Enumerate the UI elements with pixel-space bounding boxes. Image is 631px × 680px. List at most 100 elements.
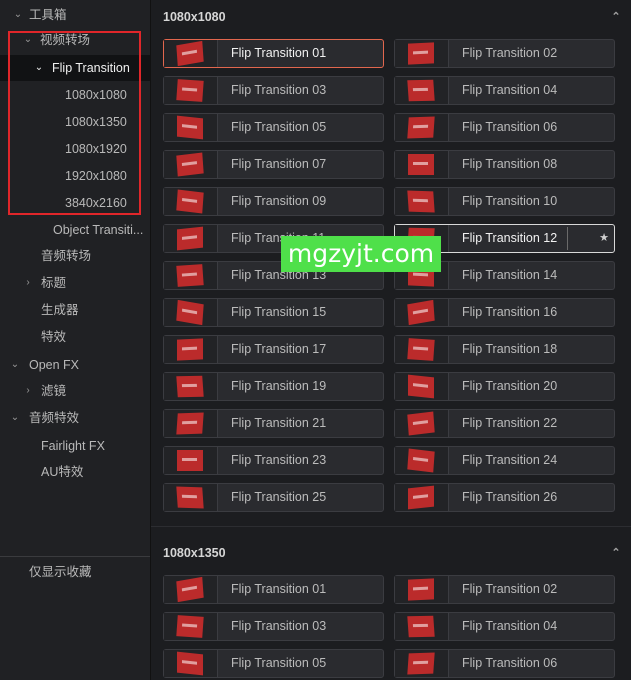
transition-label: Flip Transition 05 [231,120,327,134]
thumbnail-card [176,375,204,398]
transition-tile[interactable]: Flip Transition 02 [394,39,615,68]
transition-label: Flip Transition 15 [231,305,327,319]
chevron-down-icon[interactable]: ⌄ [22,27,34,53]
section-title: 1080x1080 [163,10,226,24]
transition-label: Flip Transition 23 [231,453,327,467]
thumbnail-card [176,264,204,287]
transition-tile[interactable]: Flip Transition 07 [163,150,384,179]
thumbnail-card [176,79,204,102]
transition-tile[interactable]: Flip Transition 06 [394,113,615,142]
chevron-right-icon[interactable]: › [22,378,34,404]
transition-tile[interactable]: Flip Transition 16 [394,298,615,327]
sidebar-item-11[interactable]: 生成器 [0,297,150,323]
chevron-down-icon[interactable]: ⌄ [33,55,45,81]
scrollbar[interactable] [627,0,631,680]
transition-thumbnail [164,151,218,178]
transition-tile[interactable]: Flip Transition 03 [163,612,384,641]
collapse-chevron-icon[interactable]: ⌃ [609,542,623,564]
collapse-chevron-icon[interactable]: ⌃ [609,6,623,28]
sidebar-item-10[interactable]: › 标题 [0,270,150,296]
sidebar-item-1[interactable]: ⌄ 视频转场 [0,27,150,53]
sidebar-item-fairlight-fx[interactable]: Fairlight FX [0,433,150,459]
favorite-star-icon[interactable]: ★ [599,225,609,252]
section-title: 1080x1350 [163,546,226,560]
sidebar-divider [0,556,150,557]
sidebar-item-1080x1920[interactable]: 1080x1920 [0,136,150,162]
transition-thumbnail [395,650,449,677]
sidebar-item-15[interactable]: ⌄ 音频特效 [0,405,150,431]
thumbnail-card [407,116,435,139]
transition-tile[interactable]: Flip Transition 17 [163,335,384,364]
transition-thumbnail [395,613,449,640]
sidebar-item-1080x1350[interactable]: 1080x1350 [0,109,150,135]
sidebar-item-14[interactable]: › 滤镜 [0,378,150,404]
thumbnail-card [408,154,434,175]
sidebar-item-label: 特效 [41,330,67,344]
sidebar-item-1080x1080[interactable]: 1080x1080 [0,82,150,108]
sidebar-item-open-fx[interactable]: ⌄ Open FX [0,352,150,378]
transition-label: Flip Transition 08 [462,157,558,171]
transition-tile[interactable]: Flip Transition 01 [163,575,384,604]
transition-tile[interactable]: Flip Transition 26 [394,483,615,512]
transition-label: Flip Transition 25 [231,490,327,504]
transition-thumbnail [164,650,218,677]
transition-tile[interactable]: Flip Transition 24 [394,446,615,475]
thumbnail-card [177,338,203,361]
transition-tile[interactable]: Flip Transition 20 [394,372,615,401]
favorites-only-label: 仅显示收藏 [29,565,92,579]
transition-thumbnail [164,484,218,511]
tile-divider [567,227,568,250]
transition-thumbnail [164,225,218,252]
transition-tile[interactable]: Flip Transition 06 [394,649,615,678]
transition-tile[interactable]: Flip Transition 03 [163,76,384,105]
chevron-down-icon[interactable]: ⌄ [12,2,24,28]
transition-thumbnail [395,299,449,326]
thumbnail-card [177,450,203,471]
transition-thumbnail [395,188,449,215]
transition-tile[interactable]: Flip Transition 15 [163,298,384,327]
transition-label: Flip Transition 22 [462,416,558,430]
transition-tile[interactable]: Flip Transition 18 [394,335,615,364]
transition-tile[interactable]: Flip Transition 22 [394,409,615,438]
sidebar-item-label: 工具箱 [29,8,67,22]
transition-tile[interactable]: Flip Transition 19 [163,372,384,401]
chevron-right-icon[interactable]: › [22,270,34,296]
sidebar-item-1920x1080[interactable]: 1920x1080 [0,163,150,189]
transition-tile[interactable]: Flip Transition 04 [394,76,615,105]
transition-label: Flip Transition 14 [462,268,558,282]
section-header: 1080x1080 ⌃ [163,6,623,28]
transition-tile[interactable]: Flip Transition 25 [163,483,384,512]
sidebar-item-flip-transition[interactable]: ⌄ Flip Transition [0,55,150,81]
transition-tile[interactable]: Flip Transition 05 [163,113,384,142]
transition-tile[interactable]: Flip Transition 02 [394,575,615,604]
transition-tile[interactable]: Flip Transition 01 [163,39,384,68]
thumbnail-card [176,576,204,603]
transition-label: Flip Transition 21 [231,416,327,430]
transition-label: Flip Transition 09 [231,194,327,208]
transition-tile[interactable]: Flip Transition 04 [394,612,615,641]
sidebar-item-0[interactable]: ⌄ 工具箱 [0,2,150,28]
sidebar-item-3840x2160[interactable]: 3840x2160 [0,190,150,216]
thumbnail-card [408,485,434,510]
sidebar-item-object-transiti[interactable]: Object Transiti... [0,217,150,243]
sidebar-item-9[interactable]: 音频转场 [0,243,150,269]
transition-thumbnail [164,576,218,603]
sidebar-item-label: Fairlight FX [41,439,105,453]
thumbnail-card [176,615,204,638]
transition-thumbnail [164,613,218,640]
transition-tile[interactable]: Flip Transition 21 [163,409,384,438]
transition-thumbnail [164,188,218,215]
thumbnail-card [407,79,435,102]
transition-tile[interactable]: Flip Transition 05 [163,649,384,678]
chevron-down-icon[interactable]: ⌄ [9,352,21,378]
thumbnail-card [176,40,204,67]
transition-label: Flip Transition 02 [462,46,558,60]
favorites-only-toggle[interactable]: 仅显示收藏 [0,559,150,585]
chevron-down-icon[interactable]: ⌄ [9,405,21,431]
transition-tile[interactable]: Flip Transition 10 [394,187,615,216]
sidebar-item-au[interactable]: AU特效 [0,459,150,485]
transition-tile[interactable]: Flip Transition 09 [163,187,384,216]
transition-tile[interactable]: Flip Transition 23 [163,446,384,475]
transition-tile[interactable]: Flip Transition 08 [394,150,615,179]
sidebar-item-12[interactable]: 特效 [0,324,150,350]
